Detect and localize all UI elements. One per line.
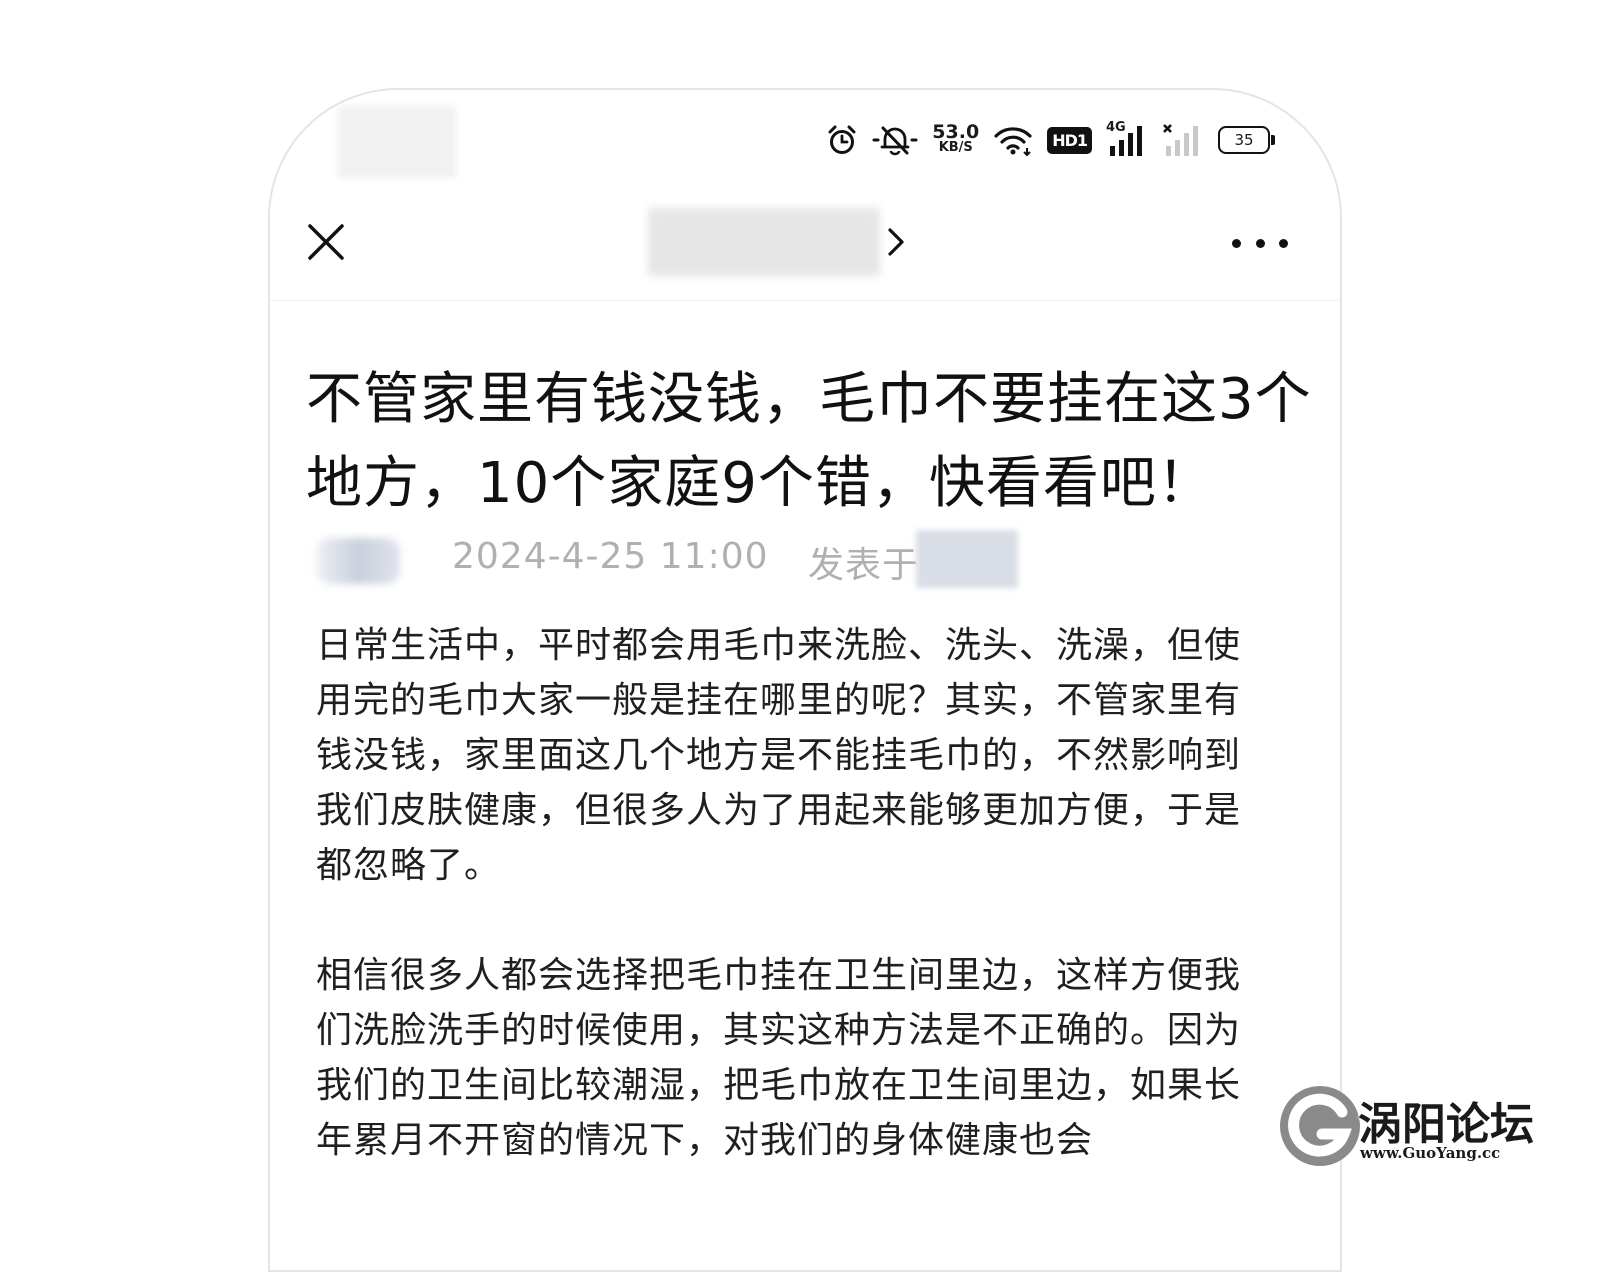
paragraph: 相信很多人都会选择把毛巾挂在卫生间里边，这样方便我们洗脸洗手的时候使用，其实这种… — [316, 955, 1242, 1161]
article-body: 日常生活中，平时都会用毛巾来洗脸、洗头、洗澡，但使用完的毛巾大家一般是挂在哪里的… — [316, 618, 1260, 1223]
article-title: 不管家里有钱没钱，毛巾不要挂在这3个地方，10个家庭9个错，快看看吧！ — [306, 367, 1312, 516]
signal-no-service-icon — [1163, 124, 1198, 156]
blurred-author[interactable] — [316, 538, 400, 584]
watermark-logo-icon — [1280, 1086, 1360, 1166]
blurred-source — [916, 530, 1018, 588]
more-dot — [1255, 238, 1265, 248]
status-bar: 53.0 KB/S HD1 4G 35 — [270, 90, 1340, 186]
bottom-fade — [270, 1180, 1340, 1270]
more-icon[interactable] — [1232, 228, 1288, 258]
chevron-right-icon[interactable] — [882, 224, 910, 260]
alarm-icon — [828, 125, 856, 154]
more-dot — [1232, 238, 1241, 248]
phone-frame: 53.0 KB/S HD1 4G 35 不管家里有钱没钱，毛巾不要挂在这3个地方… — [268, 88, 1342, 1272]
more-dot — [1279, 238, 1288, 248]
blurred-carrier — [338, 106, 456, 178]
publish-date: 2024-4-25 11:00 — [452, 536, 769, 577]
paragraph: 日常生活中，平时都会用毛巾来洗脸、洗头、洗澡，但使用完的毛巾大家一般是挂在哪里的… — [316, 625, 1242, 886]
published-in-label: 发表于 — [808, 545, 920, 586]
mute-bell-icon — [872, 126, 918, 156]
status-icons: 53.0 KB/S HD1 4G 35 — [826, 120, 1275, 160]
speed-unit: KB/S — [938, 140, 973, 155]
signal-4g-icon: 4G — [1106, 120, 1148, 158]
watermark-url: www.GuoYang.cc — [1360, 1144, 1501, 1162]
article-meta: 2024-4-25 11:00 发表于 — [316, 530, 1296, 590]
speed-value: 53.0 — [932, 121, 980, 143]
site-watermark: 涡阳论坛 www.GuoYang.cc — [1276, 1082, 1566, 1172]
close-icon[interactable] — [304, 220, 348, 264]
battery-icon: 35 — [1218, 126, 1275, 154]
network-speed: 53.0 KB/S — [932, 121, 980, 156]
blurred-account-name[interactable] — [648, 208, 880, 276]
battery-level: 35 — [1234, 131, 1254, 149]
nav-bar — [270, 190, 1340, 301]
network-type-label: 4G — [1106, 120, 1126, 135]
watermark-name: 涡阳论坛 — [1358, 1099, 1534, 1150]
wifi-icon — [994, 127, 1032, 156]
hd-icon: HD1 — [1047, 126, 1092, 154]
